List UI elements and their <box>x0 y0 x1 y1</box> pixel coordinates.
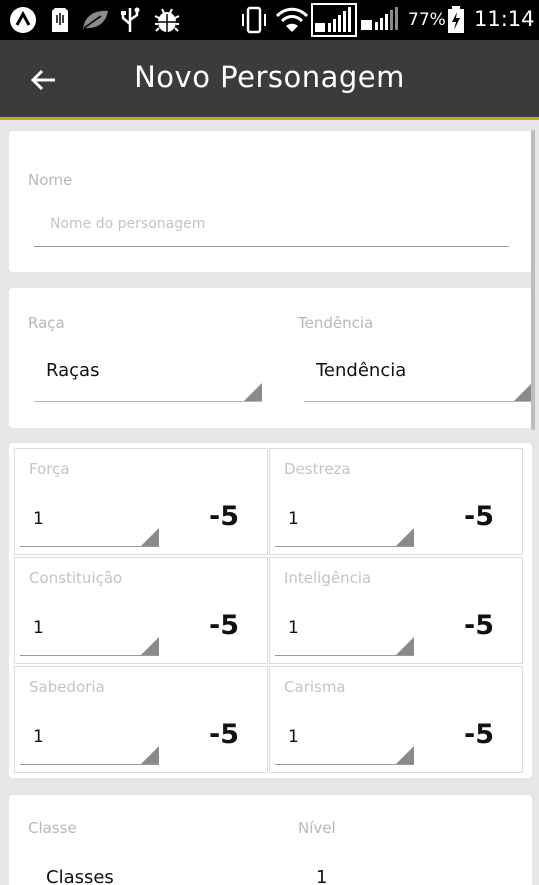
alignment-spinner[interactable]: Tendência <box>304 348 532 402</box>
app-icon <box>8 6 38 34</box>
attribute-cell-forca: Força 1 -5 <box>14 448 268 555</box>
attribute-modifier: -5 <box>209 610 239 641</box>
wifi-icon <box>274 6 310 34</box>
level-label: Nível <box>298 819 336 837</box>
app-bar: Novo Personagem <box>0 40 539 120</box>
leaf-icon <box>80 6 110 34</box>
usb-icon <box>118 6 142 34</box>
android-debug-icon <box>152 6 182 34</box>
attribute-name: Sabedoria <box>29 678 105 696</box>
attribute-name: Inteligência <box>284 569 372 587</box>
attribute-spinner[interactable]: 1 <box>20 497 159 547</box>
dropdown-arrow-icon <box>514 383 532 401</box>
clock: 11:14 <box>474 7 535 31</box>
page-title: Novo Personagem <box>134 60 405 94</box>
attribute-spinner[interactable]: 1 <box>275 497 414 547</box>
alignment-label: Tendência <box>298 314 374 332</box>
attribute-spinner[interactable]: 1 <box>275 715 414 765</box>
alignment-value: Tendência <box>316 360 407 381</box>
attribute-name: Carisma <box>284 678 346 696</box>
attribute-value: 1 <box>33 618 44 638</box>
level-spinner[interactable]: 1 <box>304 855 532 885</box>
race-spinner[interactable]: Raças <box>34 348 262 402</box>
attribute-value: 1 <box>288 618 299 638</box>
attribute-value: 1 <box>288 727 299 747</box>
attribute-spinner[interactable]: 1 <box>20 606 159 656</box>
class-card: Classe Nível Classes 1 <box>9 795 532 885</box>
attribute-modifier: -5 <box>464 719 494 750</box>
attribute-name: Força <box>29 460 70 478</box>
attributes-card: Força 1 -5 Destreza 1 -5 Constituição 1 … <box>9 443 532 778</box>
dropdown-arrow-icon <box>141 637 159 655</box>
race-value: Raças <box>46 360 100 381</box>
dropdown-arrow-icon <box>141 528 159 546</box>
race-label: Raça <box>28 314 65 332</box>
race-card: Raça Tendência Raças Tendência <box>9 288 532 428</box>
attribute-spinner[interactable]: 1 <box>20 715 159 765</box>
attribute-value: 1 <box>33 727 44 747</box>
signal-2-icon <box>360 6 402 34</box>
attribute-modifier: -5 <box>464 501 494 532</box>
attribute-cell-sabedoria: Sabedoria 1 -5 <box>14 666 268 773</box>
attribute-modifier: -5 <box>209 501 239 532</box>
attribute-name: Destreza <box>284 460 351 478</box>
status-bar: 77% 11:14 <box>0 0 539 40</box>
attribute-spinner[interactable]: 1 <box>275 606 414 656</box>
name-card: Nome Nome do personagem <box>9 131 532 272</box>
attribute-cell-carisma: Carisma 1 -5 <box>269 666 523 773</box>
attribute-name: Constituição <box>29 569 123 587</box>
class-spinner[interactable]: Classes <box>34 855 262 885</box>
attribute-cell-inteligencia: Inteligência 1 -5 <box>269 557 523 664</box>
vibrate-icon <box>240 6 270 34</box>
attribute-value: 1 <box>33 509 44 529</box>
attribute-cell-destreza: Destreza 1 -5 <box>269 448 523 555</box>
dropdown-arrow-icon <box>396 746 414 764</box>
name-input[interactable]: Nome do personagem <box>34 205 509 247</box>
attribute-modifier: -5 <box>209 719 239 750</box>
name-label: Nome <box>28 171 73 189</box>
battery-charging-icon <box>446 6 466 34</box>
class-label: Classe <box>28 819 77 837</box>
battery-percent: 77% <box>408 10 446 30</box>
dropdown-arrow-icon <box>244 383 262 401</box>
signal-1-icon <box>311 3 357 37</box>
level-value: 1 <box>316 867 328 885</box>
attribute-value: 1 <box>288 509 299 529</box>
class-value: Classes <box>46 867 114 885</box>
dropdown-arrow-icon <box>396 637 414 655</box>
attribute-cell-constituicao: Constituição 1 -5 <box>14 557 268 664</box>
attribute-modifier: -5 <box>464 610 494 641</box>
sd-card-icon <box>50 6 70 34</box>
name-placeholder: Nome do personagem <box>50 216 206 232</box>
dropdown-arrow-icon <box>396 528 414 546</box>
dropdown-arrow-icon <box>141 746 159 764</box>
scrollbar[interactable] <box>531 130 535 430</box>
